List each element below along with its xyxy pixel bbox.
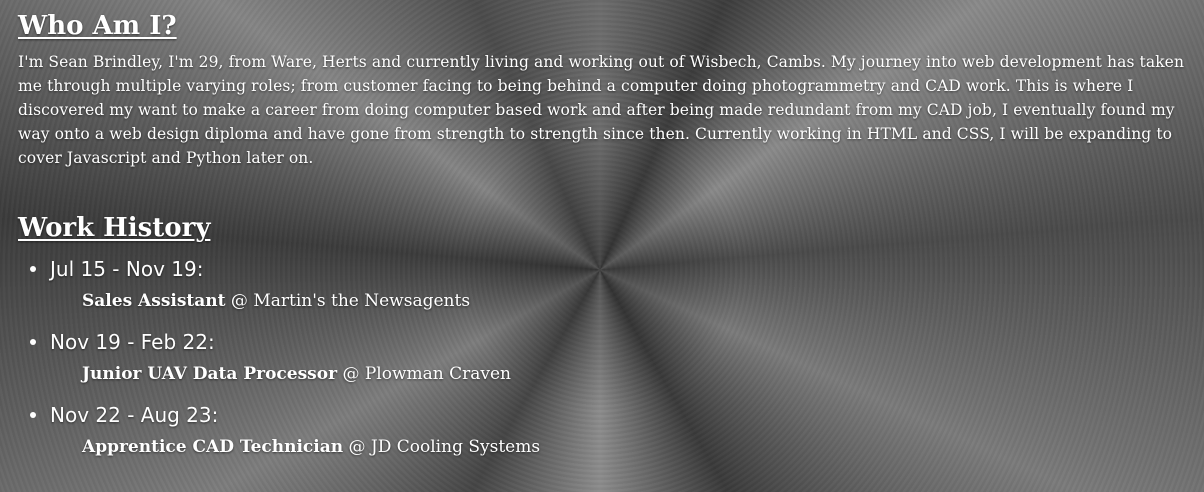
job-line: Junior UAV Data Processor @ Plowman Crav…: [82, 361, 1188, 387]
job-period: Nov 19 - Feb 22:: [50, 330, 215, 354]
job-company: Plowman Craven: [364, 364, 511, 384]
about-heading: Who Am I?: [18, 11, 177, 41]
job-company: JD Cooling Systems: [370, 437, 541, 457]
job-line: Apprentice CAD Technician @ JD Cooling S…: [82, 434, 1188, 460]
content: Who Am I? I'm Sean Brindley, I'm 29, fro…: [18, 8, 1188, 473]
job-period: Nov 22 - Aug 23:: [50, 403, 219, 427]
work-history-section: Work History Jul 15 - Nov 19: Sales Assi…: [18, 210, 1188, 460]
job-role: Sales Assistant: [82, 291, 226, 311]
job-separator: @: [230, 291, 248, 311]
about-paragraph: I'm Sean Brindley, I'm 29, from Ware, He…: [18, 53, 1185, 167]
job-separator: @: [348, 437, 366, 457]
job-role: Apprentice CAD Technician: [82, 437, 344, 457]
bullet-icon: [30, 339, 36, 345]
bullet-icon: [30, 266, 36, 272]
bullet-icon: [30, 412, 36, 418]
list-item: Nov 22 - Aug 23: Apprentice CAD Technici…: [18, 400, 1188, 460]
job-company: Martin's the Newsagents: [253, 291, 471, 311]
work-history-list: Jul 15 - Nov 19: Sales Assistant @ Marti…: [18, 254, 1188, 460]
list-item: Jul 15 - Nov 19: Sales Assistant @ Marti…: [18, 254, 1188, 314]
list-item: Nov 19 - Feb 22: Junior UAV Data Process…: [18, 327, 1188, 387]
job-line: Sales Assistant @ Martin's the Newsagent…: [82, 288, 1188, 314]
job-period: Jul 15 - Nov 19:: [50, 257, 204, 281]
job-role: Junior UAV Data Processor: [82, 364, 338, 384]
job-separator: @: [342, 364, 360, 384]
about-section: Who Am I? I'm Sean Brindley, I'm 29, fro…: [18, 8, 1188, 170]
work-history-heading: Work History: [18, 213, 211, 243]
